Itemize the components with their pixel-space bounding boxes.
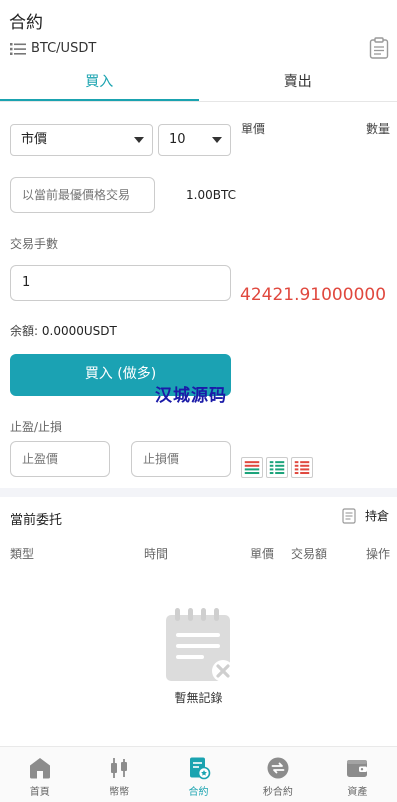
- tp-sl-label: 止盈/止損: [10, 420, 63, 434]
- pair-selector[interactable]: BTC/USDT: [10, 41, 96, 56]
- candlestick-icon: [111, 758, 128, 778]
- document-icon[interactable]: [369, 37, 389, 59]
- depth-buy-icon[interactable]: [266, 457, 288, 478]
- tab-buy[interactable]: 買入: [0, 64, 199, 101]
- stop-loss-input[interactable]: [131, 441, 231, 477]
- positions-link[interactable]: 持倉: [342, 507, 389, 524]
- nav-assets[interactable]: 資產: [318, 747, 397, 802]
- empty-records-icon: [166, 608, 234, 682]
- current-orders-title: 當前委托: [10, 513, 63, 528]
- nav-home[interactable]: 首頁: [0, 747, 79, 802]
- nav-contract-label: 合約: [188, 787, 209, 798]
- nav-spot-label: 幣幣: [109, 787, 130, 798]
- current-price: 42421.91000000: [240, 285, 387, 305]
- nav-seconds-contract[interactable]: 秒合約: [238, 747, 317, 802]
- balance-value: 0.0000USDT: [41, 324, 117, 338]
- depth-sell-icon[interactable]: [291, 457, 313, 478]
- lots-label: 交易手數: [10, 237, 59, 251]
- column-time: 時間: [144, 547, 169, 561]
- lots-input[interactable]: 1: [10, 265, 231, 301]
- pair-label: BTC/USDT: [31, 41, 97, 56]
- clipboard-icon: [342, 508, 356, 524]
- list-icon: [10, 42, 26, 55]
- balance-label: 余額:: [10, 324, 39, 338]
- take-profit-input[interactable]: [10, 441, 110, 477]
- section-divider: [0, 488, 397, 497]
- nav-spot[interactable]: 幣幣: [79, 747, 158, 802]
- column-type: 類型: [10, 547, 35, 561]
- watermark: 汉城源码: [155, 386, 227, 406]
- tab-sell[interactable]: 賣出: [199, 64, 397, 101]
- depth-both-icon[interactable]: [241, 457, 263, 478]
- wallet-icon: [347, 760, 368, 777]
- exchange-icon: [267, 757, 289, 779]
- caret-down-icon: [212, 137, 222, 143]
- nav-home-label: 首頁: [29, 787, 50, 798]
- nav-seconds-contract-label: 秒合約: [262, 787, 293, 798]
- home-icon: [29, 758, 50, 779]
- order-type-value: 市價: [21, 132, 48, 147]
- market-value: 1.00BTC: [186, 188, 236, 202]
- leverage-select[interactable]: 10: [158, 124, 231, 156]
- page-title: 合約: [9, 13, 43, 33]
- nav-contract[interactable]: 合約: [159, 747, 238, 802]
- empty-records-text: 暫無記錄: [174, 691, 223, 705]
- bottom-nav: 首頁 幣幣 合約 秒合約 資產: [0, 746, 397, 802]
- trade-tabs: 買入 賣出: [0, 64, 397, 102]
- leverage-value: 10: [169, 132, 186, 147]
- quantity-column-header: 數量: [366, 122, 391, 136]
- market-price-input[interactable]: [10, 177, 155, 213]
- nav-assets-label: 資產: [347, 787, 368, 798]
- column-price: 單價: [250, 547, 275, 561]
- order-type-select[interactable]: 市價: [10, 124, 153, 156]
- column-amount: 交易額: [291, 547, 328, 561]
- column-action: 操作: [366, 547, 391, 561]
- price-column-header: 單價: [241, 122, 266, 136]
- positions-label: 持倉: [364, 509, 389, 523]
- balance-row: 余額: 0.0000USDT: [10, 322, 117, 339]
- contract-icon: [189, 757, 210, 780]
- caret-down-icon: [134, 137, 144, 143]
